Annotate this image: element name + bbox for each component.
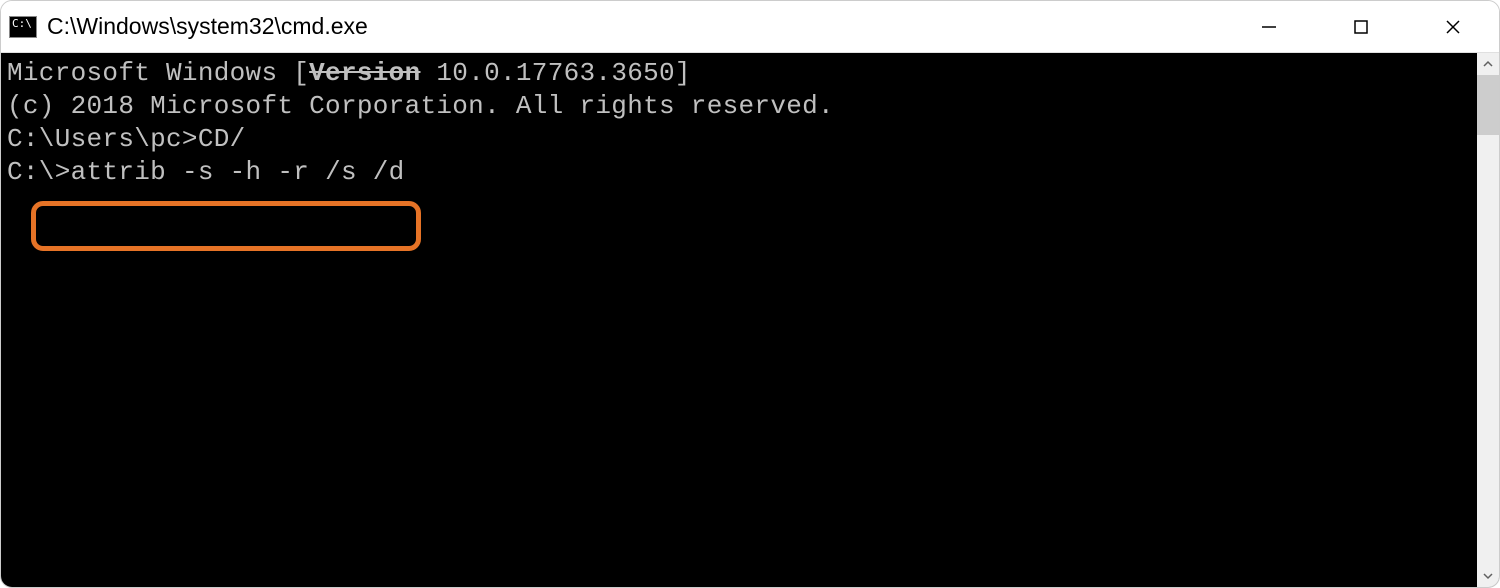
prompt-text: C:\Users\pc> <box>7 124 198 154</box>
vertical-scrollbar[interactable] <box>1477 53 1499 587</box>
terminal-line-header: Microsoft Windows [Version 10.0.17763.36… <box>7 57 1471 90</box>
titlebar[interactable]: C:\ C:\Windows\system32\cmd.exe <box>1 1 1499 53</box>
terminal-area[interactable]: Microsoft Windows [Version 10.0.17763.36… <box>1 53 1499 587</box>
command-text: CD/ <box>198 124 246 154</box>
cmd-app-icon: C:\ <box>9 15 37 39</box>
scroll-track[interactable] <box>1477 75 1499 565</box>
chevron-down-icon <box>1482 570 1494 582</box>
close-button[interactable] <box>1407 1 1499 52</box>
cmd-window: C:\ C:\Windows\system32\cmd.exe <box>0 0 1500 588</box>
terminal-content[interactable]: Microsoft Windows [Version 10.0.17763.36… <box>1 53 1477 587</box>
scroll-thumb[interactable] <box>1477 75 1499 135</box>
maximize-icon <box>1351 17 1371 37</box>
terminal-line-copyright: (c) 2018 Microsoft Corporation. All righ… <box>7 90 1471 123</box>
window-title: C:\Windows\system32\cmd.exe <box>47 13 1223 40</box>
close-icon <box>1443 17 1463 37</box>
window-controls <box>1223 1 1499 52</box>
maximize-button[interactable] <box>1315 1 1407 52</box>
scroll-up-button[interactable] <box>1477 53 1499 75</box>
minimize-icon <box>1259 17 1279 37</box>
chevron-up-icon <box>1482 58 1494 70</box>
prompt-text: C:\> <box>7 157 71 187</box>
minimize-button[interactable] <box>1223 1 1315 52</box>
version-label: Version <box>309 58 420 88</box>
terminal-line-prompt2: C:\>attrib -s -h -r /s /d <box>7 156 1471 189</box>
command-text: attrib -s -h -r /s /d <box>71 157 405 187</box>
scroll-down-button[interactable] <box>1477 565 1499 587</box>
terminal-line-prompt1: C:\Users\pc>CD/ <box>7 123 1471 156</box>
